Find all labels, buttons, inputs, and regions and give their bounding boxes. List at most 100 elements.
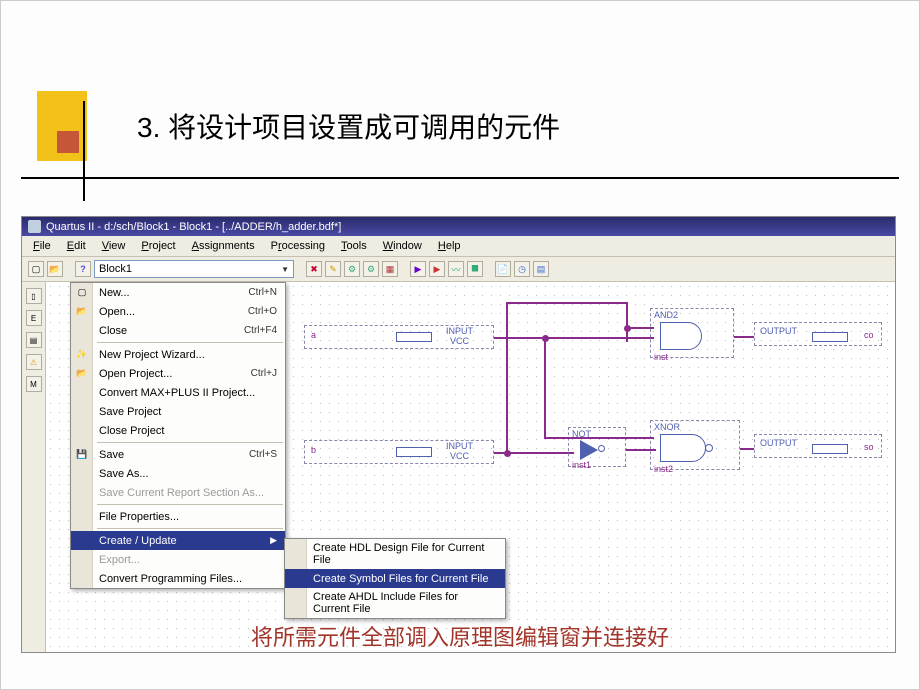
open-project-icon: 📂: [75, 366, 89, 380]
output-so-label: OUTPUT: [760, 438, 797, 448]
file-dropdown: ▢ New... Ctrl+N 📂 Open... Ctrl+O Close C…: [70, 282, 286, 589]
menu-new-wizard[interactable]: ✨ New Project Wizard...: [71, 345, 285, 364]
slide-title: 3. 将设计项目设置成可调用的元件: [137, 106, 560, 146]
vcc-b-label: VCC: [450, 451, 469, 461]
pin-a-shape: [396, 332, 432, 342]
input-a-label: INPUT: [446, 326, 473, 336]
title-text: Quartus II - d:/sch/Block1 - Block1 - [.…: [46, 221, 341, 233]
new-icon[interactable]: ▢: [28, 261, 44, 277]
menu-save-report: Save Current Report Section As...: [71, 483, 285, 502]
menu-convert-prog[interactable]: Convert Programming Files...: [71, 569, 285, 588]
inst2-label: inst2: [654, 464, 673, 474]
co-label: co: [864, 330, 874, 340]
menu-open[interactable]: 📂 Open... Ctrl+O: [71, 302, 285, 321]
menu-convert-maxplus[interactable]: Convert MAX+PLUS II Project...: [71, 383, 285, 402]
xnor-gate: [660, 434, 706, 462]
menu-help[interactable]: Help: [431, 238, 468, 254]
input-b-label: INPUT: [446, 441, 473, 451]
workspace: ▯ E ▤ ⚠ M ▢ New... Ctrl+N 📂 Open... Ctrl…: [22, 282, 895, 652]
tb-clock-icon[interactable]: ◷: [514, 261, 530, 277]
menu-tools[interactable]: Tools: [334, 238, 374, 254]
menu-save[interactable]: 💾 Save Ctrl+S: [71, 445, 285, 464]
slide-deco-red: [57, 131, 79, 153]
node-b2: [624, 325, 631, 332]
lb-doc-icon[interactable]: ▯: [26, 288, 42, 304]
app-window: Quartus II - d:/sch/Block1 - Block1 - [.…: [21, 216, 896, 653]
menu-close-project[interactable]: Close Project: [71, 421, 285, 440]
node-a: [542, 335, 549, 342]
block-combo[interactable]: Block1 ▼: [94, 260, 294, 278]
xnor-label: XNOR: [654, 422, 680, 432]
pin-b-shape: [396, 447, 432, 457]
menu-window[interactable]: Window: [376, 238, 429, 254]
slide-line-vertical: [83, 101, 85, 201]
lb-e-icon[interactable]: E: [26, 310, 42, 326]
menu-processing[interactable]: Processing: [264, 238, 332, 254]
tb-sim-icon[interactable]: ▤: [533, 261, 549, 277]
menu-view[interactable]: View: [95, 238, 133, 254]
tb-wave-icon[interactable]: 〰: [448, 261, 464, 277]
wire-a-down: [544, 337, 546, 437]
menu-project[interactable]: Project: [134, 238, 182, 254]
node-b: [504, 450, 511, 457]
slide-line-horizontal: [21, 177, 899, 179]
menu-new[interactable]: ▢ New... Ctrl+N: [71, 283, 285, 302]
vcc-a-label: VCC: [450, 336, 469, 346]
tb-play-icon[interactable]: ▶: [410, 261, 426, 277]
menu-assignments[interactable]: Assignments: [185, 238, 262, 254]
menu-save-as[interactable]: Save As...: [71, 464, 285, 483]
wire-b-up: [626, 302, 628, 342]
so-label: so: [864, 442, 874, 452]
tb-report-icon[interactable]: 📄: [495, 261, 511, 277]
open-icon[interactable]: 📂: [47, 261, 63, 277]
tb-settings2-icon[interactable]: ⚙: [363, 261, 379, 277]
tb-play2-icon[interactable]: ▶: [429, 261, 445, 277]
tb-stop-icon[interactable]: ⯀: [467, 261, 483, 277]
wire-a: [494, 337, 654, 339]
tb-chip-icon[interactable]: ▦: [382, 261, 398, 277]
wire-b-top: [506, 302, 628, 304]
lb-warn-icon[interactable]: ⚠: [26, 354, 42, 370]
wire-and-out: [734, 336, 754, 338]
slide-bottom-text: 将所需元件全部调入原理图编辑窗并连接好: [1, 620, 919, 652]
menu-bar: File Edit View Project Assignments Proce…: [22, 236, 895, 257]
title-bar: Quartus II - d:/sch/Block1 - Block1 - [.…: [22, 217, 895, 236]
pin-a-label: a: [311, 330, 316, 340]
save-icon: 💾: [75, 447, 89, 461]
not-gate: [580, 440, 598, 460]
submenu-ahdl[interactable]: Create AHDL Include Files for Current Fi…: [285, 588, 505, 618]
wire-a-xnor: [544, 437, 654, 439]
menu-file-props[interactable]: File Properties...: [71, 507, 285, 526]
lb-msg-icon[interactable]: M: [26, 376, 42, 392]
pin-b-label: b: [311, 445, 316, 455]
create-update-submenu: Create HDL Design File for Current File …: [284, 538, 506, 619]
inst1-label: inst1: [572, 460, 591, 470]
tb-cancel-icon[interactable]: ✖: [306, 261, 322, 277]
menu-edit[interactable]: Edit: [60, 238, 93, 254]
submenu-hdl[interactable]: Create HDL Design File for Current File: [285, 539, 505, 569]
tb-edit-icon[interactable]: ✎: [325, 261, 341, 277]
toolbar: ▢ 📂 ? Block1 ▼ ✖ ✎ ⚙ ⚙ ▦ ▶ ▶ 〰 ⯀ 📄 ◷ ▤: [22, 257, 895, 282]
output-co-label: OUTPUT: [760, 326, 797, 336]
tb-settings1-icon[interactable]: ⚙: [344, 261, 360, 277]
inst-label: inst: [654, 352, 668, 362]
and-label: AND2: [654, 310, 678, 320]
lb-list-icon[interactable]: ▤: [26, 332, 42, 348]
wizard-icon: ✨: [75, 347, 89, 361]
menu-open-project[interactable]: 📂 Open Project... Ctrl+J: [71, 364, 285, 383]
menu-file[interactable]: File: [26, 238, 58, 254]
left-toolbar: ▯ E ▤ ⚠ M: [22, 282, 46, 652]
menu-export: Export...: [71, 550, 285, 569]
submenu-symbol[interactable]: Create Symbol Files for Current File: [285, 569, 505, 588]
app-icon: [28, 220, 41, 233]
chevron-right-icon: ▶: [270, 535, 277, 546]
menu-save-project[interactable]: Save Project: [71, 402, 285, 421]
help-icon[interactable]: ?: [75, 261, 91, 277]
out-so-shape: [812, 444, 848, 454]
schematic-canvas[interactable]: ▢ New... Ctrl+N 📂 Open... Ctrl+O Close C…: [46, 282, 895, 652]
new-file-icon: ▢: [75, 285, 89, 299]
open-file-icon: 📂: [75, 304, 89, 318]
menu-close[interactable]: Close Ctrl+F4: [71, 321, 285, 340]
chevron-down-icon: ▼: [281, 265, 289, 274]
menu-create-update[interactable]: Create / Update ▶: [71, 531, 285, 550]
